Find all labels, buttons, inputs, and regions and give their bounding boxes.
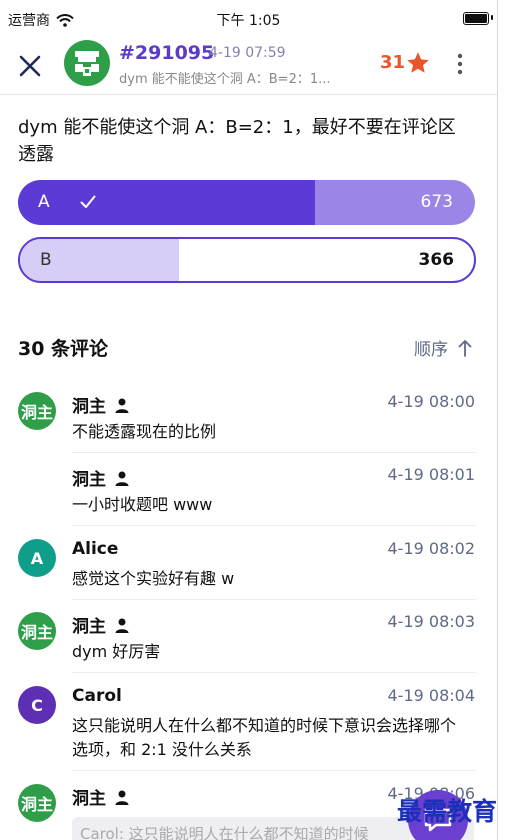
comment-text: 这只能说明人在什么都不知道的时候下意识会选择哪个选项，和 2:1 没什么关系 <box>72 716 457 759</box>
comment-author: 洞主 <box>72 392 130 417</box>
sort-order-button[interactable]: 顺序 <box>414 335 472 360</box>
battery-icon <box>463 12 489 25</box>
comment-author: 洞主 <box>72 784 130 809</box>
comment-text: 一小时收题吧 www <box>72 495 213 514</box>
star-count: 31 <box>380 52 406 73</box>
battery-cap <box>491 15 493 20</box>
watermark-text: 最需教育 <box>397 797 497 826</box>
comment-author: 洞主 <box>72 465 130 490</box>
post-id: #291095 <box>119 42 215 64</box>
status-bar: 运营商 下午 1:05 <box>0 0 497 36</box>
comment-divider <box>72 770 476 771</box>
comment-time: 4-19 08:00 <box>387 392 475 411</box>
person-icon <box>115 398 129 413</box>
window-edge <box>497 0 498 840</box>
comment-author-name: 洞主 <box>72 470 106 490</box>
comment-time: 4-19 08:02 <box>387 539 475 558</box>
owner-avatar: 洞主 <box>18 612 56 650</box>
arrow-up-icon <box>458 339 472 357</box>
post-avatar <box>64 40 110 86</box>
comment-divider <box>72 672 476 673</box>
comment-time: 4-19 08:01 <box>387 465 475 484</box>
poll-label-a: A <box>38 192 50 212</box>
comment-author-name: Carol <box>72 686 122 706</box>
owner-avatar: 洞主 <box>18 392 56 430</box>
comment-author-name: 洞主 <box>72 617 106 637</box>
person-icon <box>115 471 129 486</box>
close-icon[interactable] <box>16 52 44 80</box>
comment-text: dym 好厉害 <box>72 642 161 661</box>
person-icon <box>115 618 129 633</box>
comment-text: 感觉这个实验好有趣 w <box>72 569 235 588</box>
comment-divider <box>72 452 476 453</box>
comment-author: Carol <box>72 686 122 706</box>
sort-order-label: 顺序 <box>414 340 448 360</box>
post-time: 4-19 07:59 <box>209 45 286 61</box>
comment-author-name: 洞主 <box>72 789 106 809</box>
app-screen: 运营商 下午 1:05 #291095 4-19 07:59 dym 能不能使这… <box>0 0 497 840</box>
comment-author: 洞主 <box>72 612 130 637</box>
carol-avatar: C <box>18 686 56 724</box>
poll-votes-b: 366 <box>418 250 455 270</box>
poll-fill-a <box>18 180 316 225</box>
post-header: #291095 4-19 07:59 dym 能不能使这个洞 A：B=2：1..… <box>0 36 497 95</box>
check-icon <box>80 195 96 208</box>
more-options-icon[interactable] <box>450 50 470 78</box>
alice-avatar: A <box>18 539 56 577</box>
comment-author: Alice <box>72 539 118 559</box>
poll-votes-a: 673 <box>420 192 453 212</box>
poll-label-b: B <box>40 250 52 270</box>
comment-author-name: 洞主 <box>72 397 106 417</box>
identicon-icon <box>75 51 99 76</box>
person-icon <box>115 790 129 805</box>
status-time: 下午 1:05 <box>216 13 281 29</box>
star-icon[interactable] <box>405 50 431 76</box>
comment-author-name: Alice <box>72 539 119 559</box>
poll-option-a[interactable]: A 673 <box>18 180 475 225</box>
owner-avatar: 洞主 <box>18 784 56 822</box>
comment-divider <box>72 599 476 600</box>
comment-divider <box>72 525 476 526</box>
poll-option-b[interactable]: B 366 <box>18 237 476 283</box>
comment-time: 4-19 08:04 <box>387 686 475 705</box>
comment-text: 不能透露现在的比例 <box>72 422 217 441</box>
comments-count-title: 30 条评论 <box>18 338 109 360</box>
post-preview: dym 能不能使这个洞 A：B=2：1... <box>119 72 331 87</box>
post-text: dym 能不能使这个洞 A：B=2：1，最好不要在评论区透露 <box>18 117 456 165</box>
comment-time: 4-19 08:03 <box>387 612 475 631</box>
